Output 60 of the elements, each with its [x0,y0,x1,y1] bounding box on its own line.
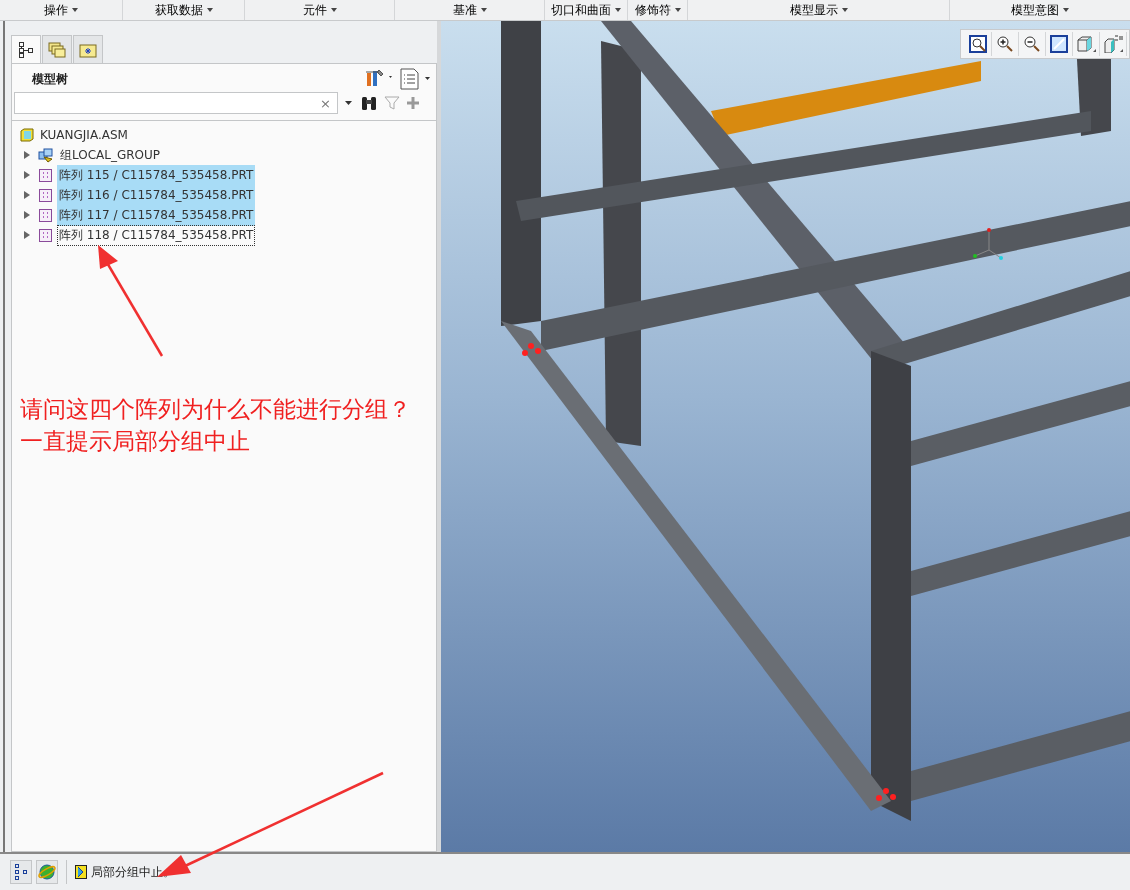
tools-icon [364,68,394,88]
tree-item[interactable]: KUANGJIA.ASM [38,126,130,144]
menu-group-button[interactable]: 操作 [0,0,123,20]
folders-icon [48,41,66,58]
caret-icon [72,8,78,12]
caret-icon [206,8,213,12]
pattern-icon [38,227,53,243]
plus-icon[interactable] [406,96,420,110]
repaint-icon [1050,35,1068,53]
browser-button[interactable] [36,860,58,884]
caret-icon [674,8,681,12]
message-icon [75,865,87,879]
zoom-out-icon [1023,35,1041,53]
menu-group-button[interactable]: 模型意图 [950,0,1130,20]
globe-icon [38,863,56,881]
tree-item[interactable]: 阵列 117 / C115784_535458.PRT [57,204,256,226]
search-field[interactable]: × [14,92,338,114]
zoom-fit-icon [969,35,987,53]
panel-tab[interactable] [11,35,41,63]
pattern-icon [38,187,53,203]
tree-item[interactable]: 阵列 116 / C115784_535458.PRT [57,184,256,206]
show-button[interactable] [398,68,432,90]
menu-group-button[interactable]: 元件 [245,0,395,20]
expand-arrow-icon[interactable] [24,191,30,199]
caret-icon [841,8,848,12]
clear-button[interactable]: × [320,95,331,111]
tree-icon [18,41,34,58]
expand-arrow-icon[interactable] [24,171,30,179]
caret-icon [615,8,621,12]
pattern-icon [38,207,53,223]
menu-group-button[interactable]: 获取数据 [123,0,245,20]
caret-icon [330,8,337,12]
assembly-icon [20,128,34,142]
caret-icon [1063,8,1069,12]
tree-item[interactable]: 组LOCAL_GROUP [58,144,163,166]
annotation-text: 一直提示局部分组中止 [20,427,251,456]
menu-group-button[interactable]: 基准 [395,0,545,20]
binoculars-icon[interactable] [360,95,378,111]
menu-group-button[interactable]: 修饰符 [628,0,688,20]
expand-arrow-icon[interactable] [24,231,30,239]
annotation-text: 请问这四个阵列为什么不能进行分组？ [20,395,411,424]
named-view-icon [1103,35,1123,53]
caret-icon [344,99,354,107]
expand-arrow-icon[interactable] [24,211,30,219]
star-folder-icon [79,41,97,58]
pattern-icon [38,167,53,183]
tree-icon [14,864,28,880]
zoom-in-icon [996,35,1014,53]
model-viewport-drawing[interactable] [441,21,1130,852]
group-icon [38,147,54,163]
tree-item[interactable]: 阵列 115 / C115784_535458.PRT [57,164,256,186]
list-icon [398,68,432,90]
expand-arrow-icon[interactable] [24,151,30,159]
cube-icon [1076,35,1096,53]
tree-toggle-button[interactable] [10,860,32,884]
tree-item[interactable]: 阵列 118 / C115784_535458.PRT [57,224,256,246]
menu-group-button[interactable]: 切口和曲面 [545,0,628,20]
panel-title: 模型树 [32,70,68,88]
caret-icon [480,8,487,12]
menu-group-button[interactable]: 模型显示 [688,0,950,20]
